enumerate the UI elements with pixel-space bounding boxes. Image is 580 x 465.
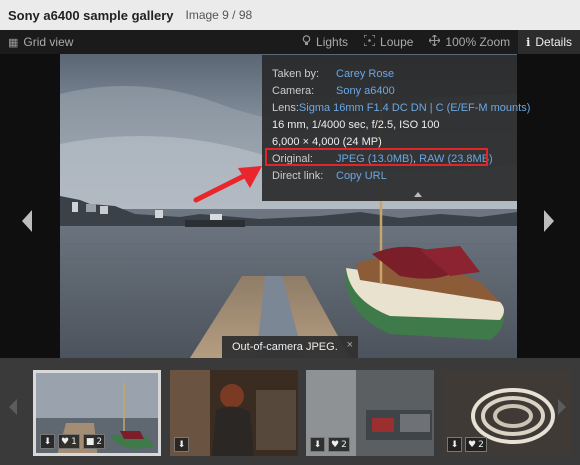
- lens-link[interactable]: Sigma 16mm F1.4 DC DN | C (E/EF-M mounts…: [299, 102, 530, 114]
- filmstrip: ⬇ ♥ 1 ■ 2 ⬇ ⬇ ♥ 2 ⬇ ♥ 2: [0, 358, 580, 465]
- next-image-button[interactable]: [538, 206, 560, 236]
- heart-icon: ♥: [468, 439, 477, 450]
- close-caption-button[interactable]: ×: [347, 339, 353, 351]
- thumbnail-1[interactable]: ⬇ ♥ 1 ■ 2: [33, 370, 161, 456]
- thumbnail-4[interactable]: ⬇ ♥ 2: [443, 370, 571, 456]
- zoom-label: 100% Zoom: [445, 35, 511, 49]
- viewer-toolbar: ▦ Grid view Lights Loupe 100% Zoom i Det…: [0, 30, 580, 54]
- grid-view-label: Grid view: [23, 35, 74, 49]
- thumbnail-4-badges: ⬇ ♥ 2: [447, 437, 487, 452]
- download-icon[interactable]: ⬇: [447, 437, 462, 452]
- caption-text: Out-of-camera JPEG.: [232, 341, 338, 353]
- gallery-app: Sony a6400 sample gallery Image 9 / 98 ▦…: [0, 0, 580, 465]
- bulb-icon: [302, 35, 311, 49]
- thumbnail-2[interactable]: ⬇: [170, 370, 298, 456]
- download-icon[interactable]: ⬇: [40, 434, 55, 449]
- taken-by-row: Taken by: Carey Rose: [272, 65, 508, 82]
- lens-label: Lens:: [272, 101, 299, 114]
- direct-link-label: Direct link:: [272, 169, 324, 182]
- resolution-value: 6,000 × 4,000 (24 MP): [272, 135, 382, 148]
- camera-label: Camera:: [272, 84, 315, 97]
- heart-icon: ♥: [331, 439, 340, 450]
- chevron-right-icon: [558, 399, 566, 415]
- like-count: 2: [341, 439, 347, 450]
- image-caption: Out-of-camera JPEG. ×: [222, 336, 358, 358]
- loupe-label: Loupe: [380, 35, 414, 49]
- direct-link-row: Direct link: Copy URL: [272, 167, 508, 184]
- lights-label: Lights: [316, 35, 349, 49]
- collapse-caret-icon[interactable]: [414, 192, 422, 197]
- loupe-button[interactable]: Loupe: [356, 30, 421, 54]
- thumbnail-1-badges: ⬇ ♥ 1 ■ 2: [40, 434, 106, 449]
- like-badge[interactable]: ♥ 2: [465, 437, 487, 452]
- exposure-row: 16 mm, 1/4000 sec, f/2.5, ISO 100: [272, 116, 508, 133]
- thumbnail-3-badges: ⬇ ♥ 2: [310, 437, 350, 452]
- details-button[interactable]: i Details: [518, 30, 580, 54]
- download-icon[interactable]: ⬇: [310, 437, 325, 452]
- thumbnail-2-badges: ⬇: [174, 437, 189, 452]
- details-label: Details: [535, 35, 572, 49]
- camera-link[interactable]: Sony a6400: [336, 85, 395, 97]
- image-counter: Image 9 / 98: [185, 8, 253, 22]
- thumbnail-3[interactable]: ⬇ ♥ 2: [306, 370, 434, 456]
- lens-row: Lens: Sigma 16mm F1.4 DC DN | C (E/EF-M …: [272, 99, 530, 116]
- details-panel: Taken by: Carey Rose Camera: Sony a6400 …: [262, 55, 530, 201]
- download-icon[interactable]: ⬇: [174, 437, 189, 452]
- comment-count: 2: [96, 436, 103, 447]
- like-count: 1: [71, 436, 77, 447]
- original-highlight-box: [265, 148, 488, 166]
- filmstrip-next-button[interactable]: [557, 398, 567, 421]
- chevron-left-icon: [22, 210, 32, 232]
- camera-row: Camera: Sony a6400: [272, 82, 508, 99]
- lights-button[interactable]: Lights: [294, 30, 356, 54]
- filmstrip-prev-button[interactable]: [8, 398, 18, 421]
- chevron-right-icon: [544, 210, 554, 232]
- exposure-value: 16 mm, 1/4000 sec, f/2.5, ISO 100: [272, 118, 440, 131]
- info-icon: i: [526, 35, 531, 49]
- heart-icon: ♥: [61, 436, 70, 447]
- annotation-arrow-icon: [193, 166, 262, 203]
- like-count: 2: [478, 439, 484, 450]
- move-icon: [429, 34, 441, 49]
- gallery-title: Sony a6400 sample gallery: [8, 7, 174, 23]
- loupe-icon: [363, 34, 376, 49]
- zoom-button[interactable]: 100% Zoom: [421, 30, 518, 54]
- comment-badge[interactable]: ■ 2: [82, 434, 106, 449]
- photographer-link[interactable]: Carey Rose: [336, 68, 394, 80]
- grid-icon: ▦: [8, 36, 19, 49]
- copy-url-link[interactable]: Copy URL: [336, 170, 387, 182]
- gallery-header: Sony a6400 sample gallery Image 9 / 98: [0, 0, 580, 30]
- previous-image-button[interactable]: [16, 206, 38, 236]
- comment-icon: ■: [85, 436, 95, 447]
- like-badge[interactable]: ♥ 1: [58, 434, 80, 449]
- grid-view-button[interactable]: ▦ Grid view: [0, 30, 81, 54]
- like-badge[interactable]: ♥ 2: [328, 437, 350, 452]
- chevron-left-icon: [9, 399, 17, 415]
- taken-by-label: Taken by:: [272, 67, 320, 80]
